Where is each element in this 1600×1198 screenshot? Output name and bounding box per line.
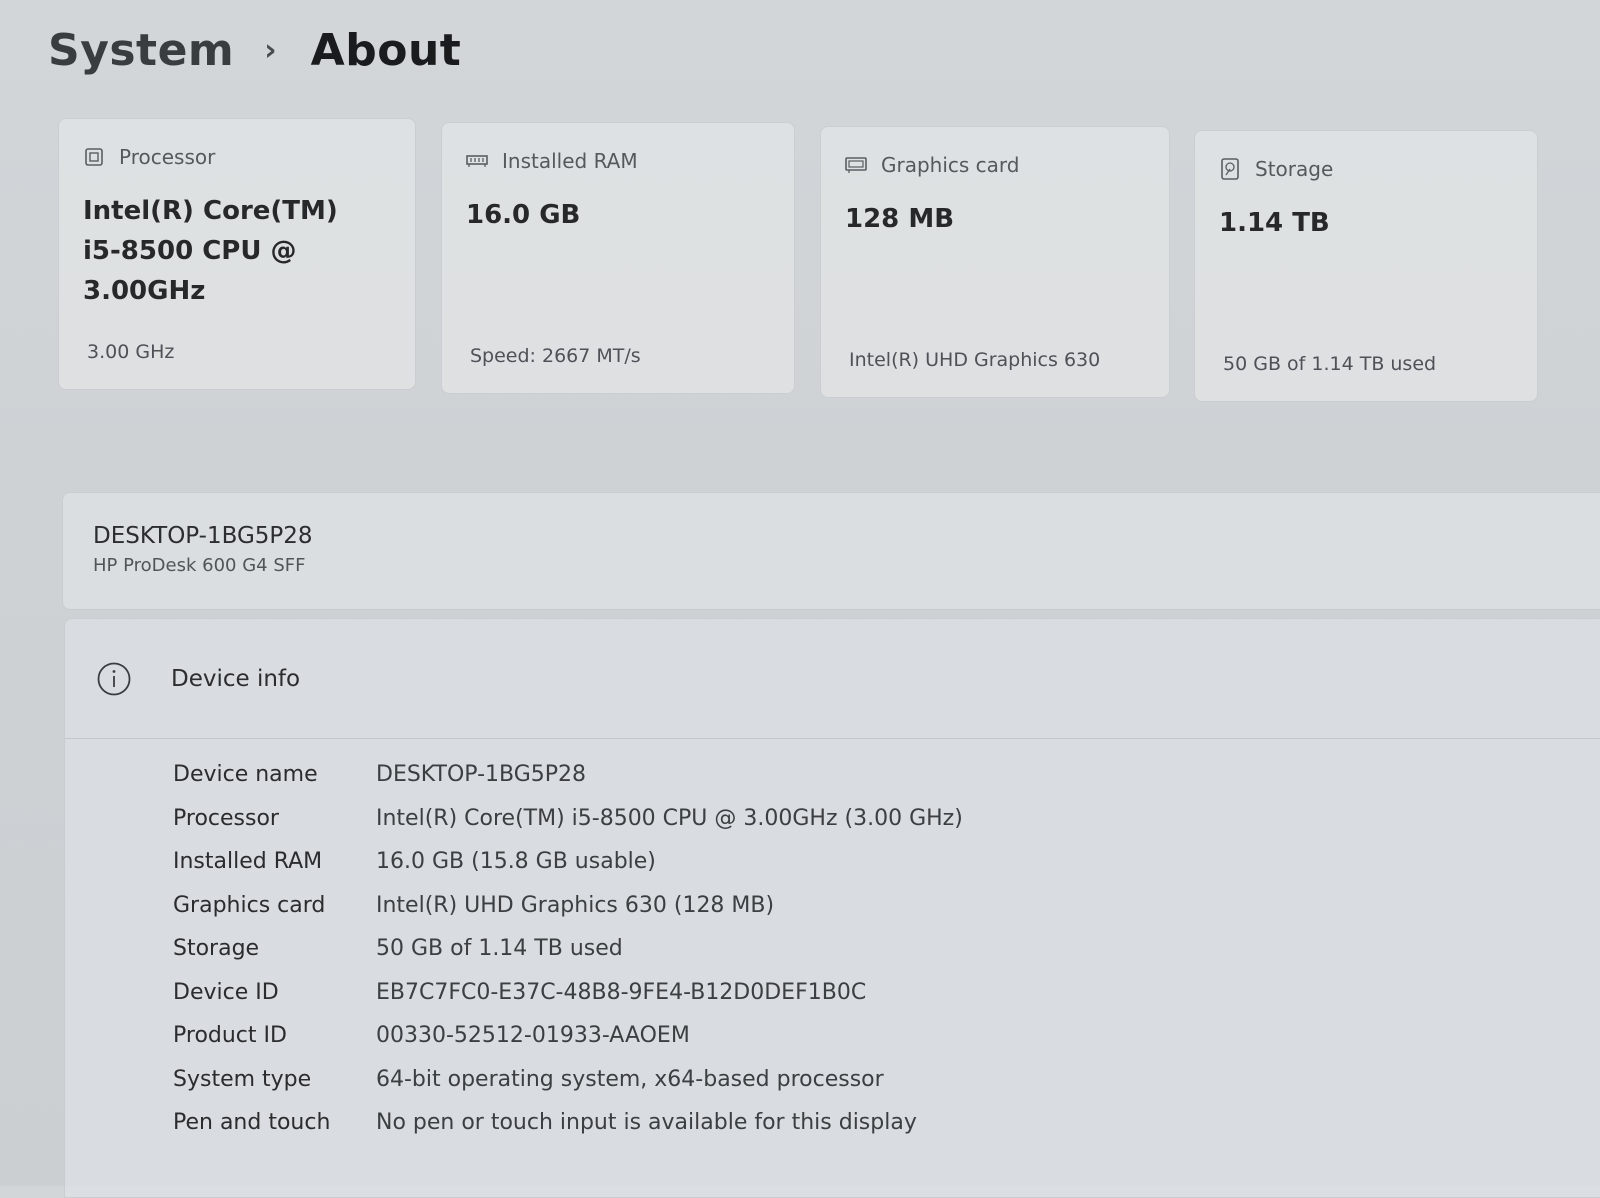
spec-value: 64-bit operating system, x64-based proce…	[376, 1066, 884, 1092]
device-info-header[interactable]: Device info	[65, 619, 1600, 739]
card-subtitle: 50 GB of 1.14 TB used	[1223, 353, 1437, 375]
card-value-line: 3.00GHz	[83, 276, 206, 306]
breadcrumb-system-link[interactable]: System	[48, 25, 234, 76]
storage-card: Storage 1.14 TB 50 GB of 1.14 TB used	[1194, 130, 1538, 402]
spec-label: Device name	[173, 762, 318, 788]
card-value-line: 1.14 TB	[1219, 208, 1330, 238]
card-value: 1.14 TB	[1219, 203, 1513, 243]
info-icon	[97, 662, 131, 696]
spec-row: Device ID EB7C7FC0-E37C-48B8-9FE4-B12D0D…	[173, 971, 963, 1015]
spec-row: System type 64-bit operating system, x64…	[173, 1058, 963, 1102]
spec-row: Processor Intel(R) Core(TM) i5-8500 CPU …	[173, 797, 963, 841]
card-header: Graphics card	[845, 153, 1145, 177]
spec-value: 16.0 GB (15.8 GB usable)	[376, 849, 656, 875]
device-name: DESKTOP-1BG5P28	[93, 523, 313, 549]
spec-value: No pen or touch input is available for t…	[376, 1110, 917, 1136]
card-title: Graphics card	[881, 153, 1020, 177]
page-title: About	[310, 24, 462, 76]
spec-row: Product ID 00330-52512-01933-AAOEM	[173, 1014, 963, 1058]
spec-label: System type	[173, 1066, 312, 1092]
device-name-panel: DESKTOP-1BG5P28 HP ProDesk 600 G4 SFF	[62, 492, 1600, 610]
card-header: Storage	[1219, 157, 1513, 181]
spec-label: Storage	[173, 936, 260, 962]
card-value: 128 MB	[845, 199, 1145, 239]
breadcrumb: System › About	[48, 18, 461, 82]
storage-icon	[1219, 158, 1241, 180]
card-value: Intel(R) Core(TM) i5-8500 CPU @ 3.00GHz	[83, 191, 391, 311]
ram-icon	[466, 150, 488, 172]
spec-label: Pen and touch	[173, 1110, 331, 1136]
graphics-card-icon	[845, 154, 867, 176]
card-value-line: i5-8500 CPU @	[83, 236, 297, 266]
spec-label: Product ID	[173, 1023, 287, 1049]
spec-value: 00330-52512-01933-AAOEM	[376, 1023, 690, 1049]
spec-row: Storage 50 GB of 1.14 TB used	[173, 927, 963, 971]
card-value-line: Intel(R) Core(TM)	[83, 196, 338, 226]
card-subtitle: 3.00 GHz	[87, 341, 175, 363]
device-info-panel: Device info Device name DESKTOP-1BG5P28 …	[64, 618, 1600, 1198]
card-title: Processor	[119, 145, 216, 169]
spec-value: Intel(R) UHD Graphics 630 (128 MB)	[376, 892, 775, 918]
spec-label: Device ID	[173, 979, 279, 1005]
card-subtitle: Intel(R) UHD Graphics 630	[849, 349, 1101, 371]
spec-label: Processor	[173, 805, 279, 831]
card-title: Storage	[1255, 157, 1334, 181]
spec-value: DESKTOP-1BG5P28	[376, 762, 587, 788]
card-value: 16.0 GB	[466, 195, 770, 235]
card-header: Processor	[83, 145, 391, 169]
spec-value: 50 GB of 1.14 TB used	[376, 936, 623, 962]
device-spec-table: Device name DESKTOP-1BG5P28 Processor In…	[173, 753, 963, 1145]
breadcrumb-separator: ›	[264, 32, 277, 68]
processor-icon	[83, 146, 105, 168]
spec-value: Intel(R) Core(TM) i5-8500 CPU @ 3.00GHz …	[376, 805, 963, 831]
spec-label: Graphics card	[173, 892, 326, 918]
graphics-card: Graphics card 128 MB Intel(R) UHD Graphi…	[820, 126, 1170, 398]
spec-value: EB7C7FC0-E37C-48B8-9FE4-B12D0DEF1B0C	[376, 979, 867, 1005]
card-title: Installed RAM	[502, 149, 638, 173]
spec-row: Device name DESKTOP-1BG5P28	[173, 753, 963, 797]
device-model: HP ProDesk 600 G4 SFF	[93, 555, 306, 576]
ram-card: Installed RAM 16.0 GB Speed: 2667 MT/s	[441, 122, 795, 394]
processor-card: Processor Intel(R) Core(TM) i5-8500 CPU …	[58, 118, 416, 390]
card-value-line: 16.0 GB	[466, 200, 581, 230]
spec-row: Installed RAM 16.0 GB (15.8 GB usable)	[173, 840, 963, 884]
card-header: Installed RAM	[466, 149, 770, 173]
device-info-title: Device info	[171, 665, 301, 692]
spec-label: Installed RAM	[173, 849, 323, 875]
spec-row: Graphics card Intel(R) UHD Graphics 630 …	[173, 884, 963, 928]
card-subtitle: Speed: 2667 MT/s	[470, 345, 641, 367]
spec-row: Pen and touch No pen or touch input is a…	[173, 1101, 963, 1145]
card-value-line: 128 MB	[845, 204, 955, 234]
